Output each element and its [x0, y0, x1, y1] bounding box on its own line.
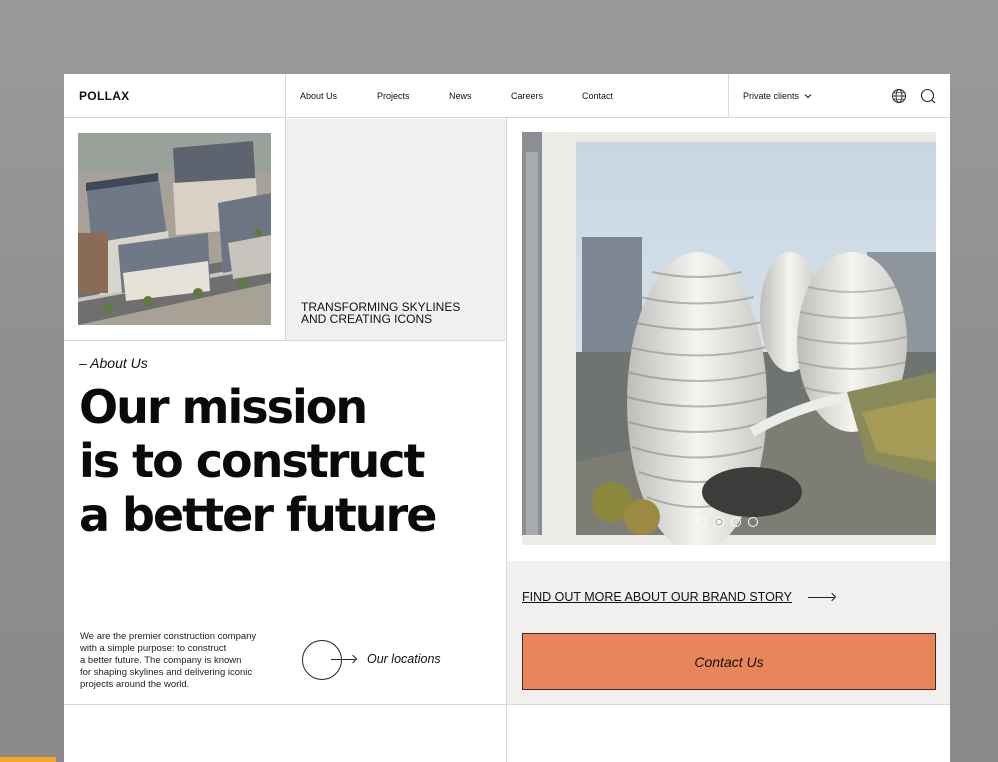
chevron-down-icon — [804, 94, 812, 99]
nav-about-us[interactable]: About Us — [300, 91, 337, 101]
section-label: – About Us — [79, 355, 148, 371]
description-line: for shaping skylines and delivering icon… — [80, 667, 253, 678]
brand-story-link[interactable]: FIND OUT MORE ABOUT OUR BRAND STORY — [522, 590, 792, 604]
tagline-line: AND CREATING ICONS — [301, 312, 433, 326]
nav-news[interactable]: News — [449, 91, 472, 101]
project-photo-slider[interactable] — [522, 132, 936, 545]
description-line: with a simple purpose: to construct — [80, 643, 227, 654]
contact-us-button[interactable]: Contact Us — [522, 633, 936, 690]
headline-line: Our mission — [79, 380, 368, 434]
logo[interactable]: POLLAX — [79, 89, 129, 103]
website-frame: POLLAX About Us Projects News Careers Co… — [64, 74, 950, 762]
description-line: projects around the world. — [80, 679, 190, 690]
nav-careers[interactable]: Careers — [511, 91, 543, 101]
slider-dot[interactable] — [748, 517, 758, 527]
orange-corner-tab — [0, 757, 56, 762]
nav-contact[interactable]: Contact — [582, 91, 613, 101]
slider-dot[interactable] — [697, 517, 707, 527]
arrow-head-icon — [348, 654, 358, 664]
slider-dot-active[interactable] — [714, 517, 724, 527]
company-description: We are the premier construction company … — [80, 631, 280, 691]
private-clients-dropdown[interactable]: Private clients — [743, 91, 812, 101]
grid-divider — [64, 704, 950, 705]
headline-line: a better future — [79, 488, 437, 542]
nav-projects[interactable]: Projects — [377, 91, 410, 101]
grid-divider — [64, 340, 506, 341]
grid-divider — [728, 74, 729, 118]
description-line: a better future. The company is known — [80, 655, 242, 666]
slider-dots — [697, 517, 758, 527]
aerial-project-photo — [78, 133, 271, 325]
slider-dot[interactable] — [731, 517, 741, 527]
page-title: Our mission is to construct a better fut… — [79, 380, 437, 542]
globe-icon[interactable] — [891, 88, 907, 104]
our-locations-link[interactable]: Our locations — [367, 652, 441, 666]
description-line: We are the premier construction company — [80, 631, 257, 642]
site-header: POLLAX About Us Projects News Careers Co… — [64, 74, 950, 118]
headline-line: is to construct — [79, 434, 425, 488]
tagline: TRANSFORMING SKYLINES AND CREATING ICONS — [301, 301, 460, 325]
search-icon[interactable] — [920, 88, 936, 104]
locations-circle-button[interactable] — [302, 640, 342, 680]
private-clients-label: Private clients — [743, 91, 800, 101]
